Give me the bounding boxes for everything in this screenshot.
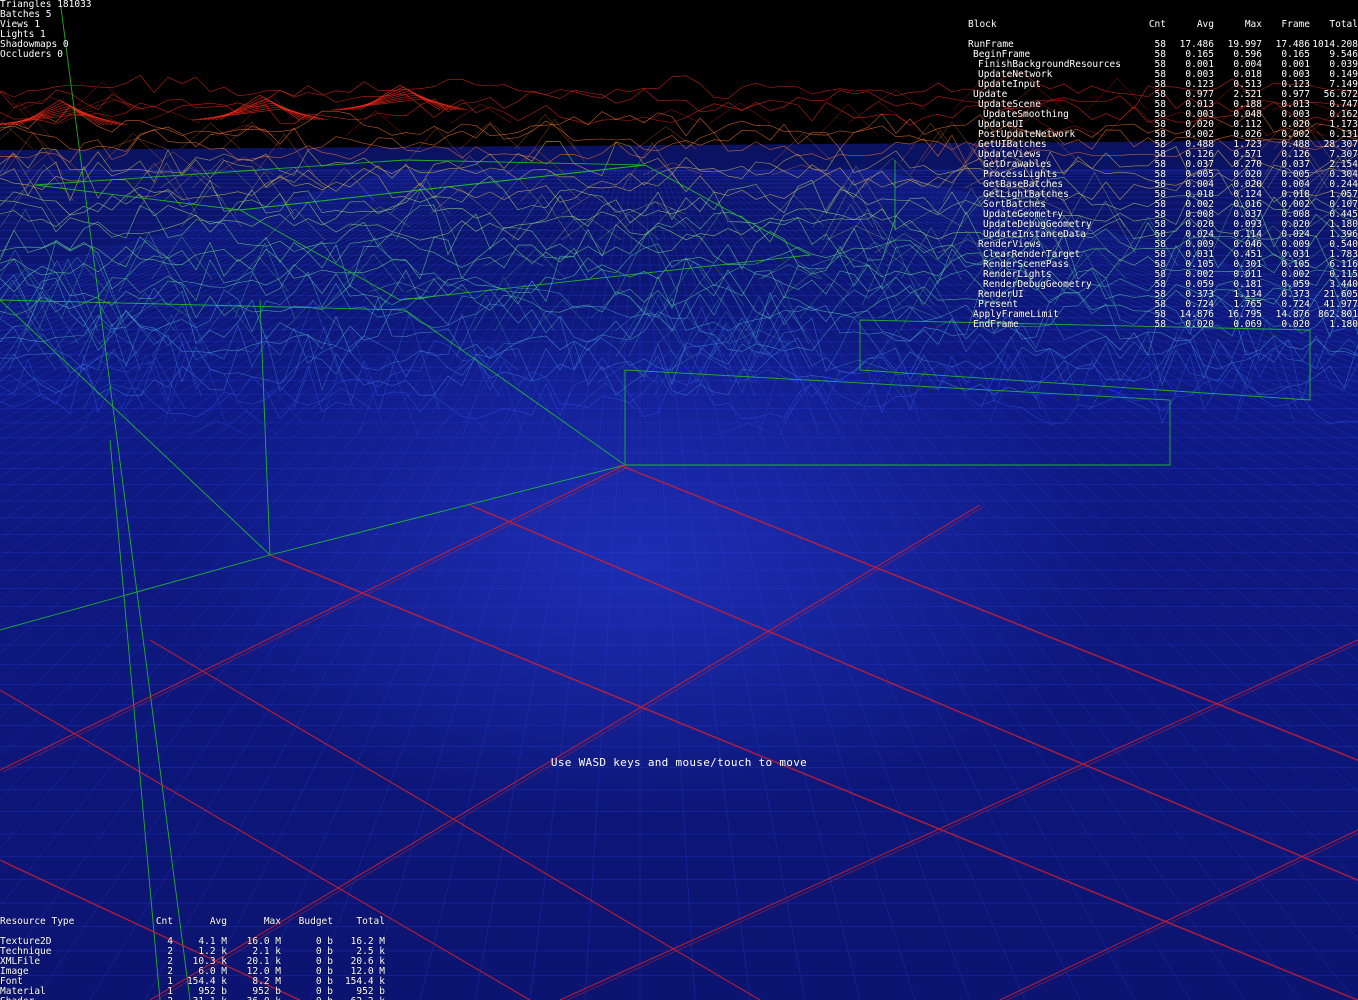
resource-header-row: Resource Type Cnt Avg Max Budget Total	[0, 917, 385, 927]
stat-line: Occluders 0	[0, 49, 63, 60]
profiler-table: Block Cnt Avg Max Frame Total RunFrame 58…	[968, 20, 1358, 330]
profiler-header-total: Total	[1329, 19, 1358, 30]
profiler-row: EndFrame 58 0.020 0.069 0.020 1.180	[968, 320, 1358, 330]
resource-header-budget: Budget	[298, 916, 333, 927]
profiler-cell-frame: 0.020	[1281, 319, 1310, 330]
profiler-cell-cnt: 58	[1154, 319, 1166, 330]
profiler-cell-max: 0.069	[1233, 319, 1262, 330]
profiler-cell-name: EndFrame	[973, 319, 1019, 330]
profiler-cell-total: 1.180	[1329, 319, 1358, 330]
render-stats-panel: Triangles 181033 Batches 5 Views 1 Lights 1…	[0, 0, 92, 60]
profiler-header-avg: Avg	[1196, 19, 1214, 30]
profiler-cell-avg: 0.020	[1185, 319, 1214, 330]
instructions-text: Use WASD keys and mouse/touch to move	[550, 756, 808, 769]
resource-panel: Resource Type Cnt Avg Max Budget Total T…	[0, 897, 385, 1000]
resource-header-total: Total	[356, 916, 385, 927]
profiler-header-frame: Frame	[1281, 19, 1310, 30]
profiler-header-max: Max	[1244, 19, 1262, 30]
resource-header-max: Max	[263, 916, 281, 927]
profiler-header-block: Block	[968, 19, 997, 30]
resource-header-cnt: Cnt	[155, 916, 173, 927]
resource-header-type: Resource Type	[0, 916, 75, 927]
profiler-header-row: Block Cnt Avg Max Frame Total	[968, 20, 1358, 30]
profiler-header-cnt: Cnt	[1148, 19, 1166, 30]
resource-header-avg: Avg	[209, 916, 227, 927]
profiler-panel: Block Cnt Avg Max Frame Total RunFrame 58…	[968, 0, 1358, 340]
resource-table: Resource Type Cnt Avg Max Budget Total T…	[0, 917, 385, 1000]
